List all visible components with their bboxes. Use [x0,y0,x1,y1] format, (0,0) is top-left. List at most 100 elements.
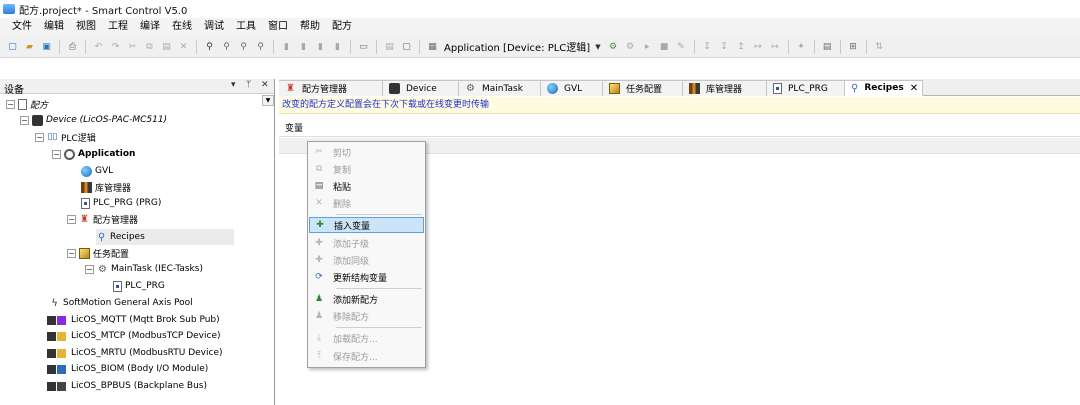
tree-node-module-mqtt[interactable]: LicOS_MQTT (Mqtt Brok Sub Pub) [47,312,220,328]
tree-node-device[interactable]: − Device (LicOS-PAC-MC511) [20,112,167,128]
force-values-icon[interactable]: ✦ [795,40,808,53]
menu-project[interactable]: 工程 [102,18,134,36]
tree-dropdown-button[interactable]: ▼ [262,95,274,106]
open-folder-icon[interactable]: ▰ [23,40,36,53]
tree-node-gvl[interactable]: GVL [81,163,113,179]
menu-item-update-struct[interactable]: ⟳ 更新结构变量 [309,269,424,285]
column-header-variable[interactable]: 变量 [279,121,1080,137]
menu-tools[interactable]: 工具 [230,18,262,36]
tab-gvl[interactable]: GVL [541,80,603,96]
print-icon[interactable]: ⎙ [66,40,79,53]
logout-icon[interactable]: ⚙ [624,40,637,53]
cut-icon[interactable]: ✂ [126,40,139,53]
save-icon[interactable]: ▣ [40,40,53,53]
replace-icon[interactable]: ⚲ [220,40,233,53]
online-change-icon[interactable]: ⇅ [873,40,886,53]
paste-icon[interactable]: ▤ [160,40,173,53]
tab-library-manager[interactable]: 库管理器 [683,80,767,96]
menu-item-paste[interactable]: ▤ 粘贴 [309,178,424,194]
add-object-icon[interactable]: ▤ [383,40,396,53]
menu-item-add-sibling[interactable]: ✚ 添加同级 [309,252,424,268]
active-application-selector[interactable]: Application [Device: PLC逻辑] [441,39,593,54]
tab-recipe-manager[interactable]: ♜ 配方管理器 [279,80,383,96]
tree-node-main-task[interactable]: − ⚙ MainTask (IEC-Tasks) [85,261,203,277]
tab-recipes[interactable]: ⚲ Recipes ✕ [845,80,923,96]
collapse-icon[interactable]: − [52,149,61,159]
collapse-icon[interactable]: − [6,99,15,109]
close-icon[interactable]: ✕ [910,83,918,94]
tree-node-application[interactable]: − Application [52,146,135,162]
bookmark-next-icon[interactable]: ▮ [297,40,310,53]
bookmark-prev-icon[interactable]: ▮ [314,40,327,53]
tab-plc-prg[interactable]: ▪ PLC_PRG [767,80,845,96]
tree-node-plc-logic[interactable]: − ▯▯ PLC逻辑 [35,129,96,145]
tree-node-module-biom[interactable]: LicOS_BIOM (Body I/O Module) [47,361,208,377]
tree-node-recipes[interactable]: ⚲ Recipes [96,229,234,245]
find-next-icon[interactable]: ⚲ [254,40,267,53]
menu-file[interactable]: 文件 [6,18,38,36]
menu-edit[interactable]: 编辑 [38,18,70,36]
menu-item-add-recipe[interactable]: ♟ 添加新配方 [309,291,424,307]
close-icon[interactable]: ✕ [261,80,269,90]
breakpoint-icon[interactable]: ↦ [752,40,765,53]
tree-node-project[interactable]: − 配方 [6,96,48,112]
build-icon[interactable]: ▦ [426,40,439,53]
menu-item-delete[interactable]: ✕ 删除 [309,195,424,211]
cart-icon[interactable]: ⊞ [847,40,860,53]
collapse-icon[interactable]: − [35,132,44,142]
menu-item-cut[interactable]: ✂ 剪切 [309,144,424,160]
new-object-icon[interactable]: ▢ [400,40,413,53]
menu-item-insert-variable[interactable]: ✚ 插入变量 [309,217,424,233]
find-icon[interactable]: ⚲ [203,40,216,53]
collapse-icon[interactable]: − [67,248,76,258]
bookmark-icon[interactable]: ▮ [280,40,293,53]
chevron-down-icon[interactable]: ▼ [595,43,600,51]
tree-node-module-bpbus[interactable]: LicOS_BPBUS (Backplane Bus) [47,378,207,394]
collapse-icon[interactable]: − [20,115,29,125]
tree-node-module-mtcp[interactable]: LicOS_MTCP (ModbusTCP Device) [47,328,221,344]
collapse-icon[interactable]: − [67,214,76,224]
collapse-icon[interactable]: − [85,264,94,274]
tree-node-softmotion[interactable]: ϟ SoftMotion General Axis Pool [49,295,192,311]
find-all-icon[interactable]: ⚲ [237,40,250,53]
new-file-icon[interactable]: ▢ [6,40,19,53]
menu-item-save-recipe[interactable]: ⤒ 保存配方... [309,348,424,364]
menu-recipe[interactable]: 配方 [326,18,358,36]
menu-window[interactable]: 窗口 [262,18,294,36]
delete-icon[interactable]: ✕ [177,40,190,53]
tab-device[interactable]: Device [383,80,459,96]
redo-icon[interactable]: ↷ [109,40,122,53]
login-icon[interactable]: ⚙ [607,40,620,53]
menu-item-add-child[interactable]: ✚ 添加子级 [309,235,424,251]
window-icon[interactable]: ▭ [357,40,370,53]
pane-dropdown-icon[interactable]: ▾ [231,80,236,90]
bookmark-clear-icon[interactable]: ▮ [331,40,344,53]
tree-node-module-mrtu[interactable]: LicOS_MRTU (ModbusRTU Device) [47,345,223,361]
menu-build[interactable]: 编译 [134,18,166,36]
copy-icon[interactable]: ⧉ [143,40,156,53]
run-icon[interactable]: ▸ [641,40,654,53]
step-out-icon[interactable]: ↥ [735,40,748,53]
menu-help[interactable]: 帮助 [294,18,326,36]
monitor-icon[interactable]: ▤ [821,40,834,53]
menu-item-copy[interactable]: ⧉ 复制 [309,161,424,177]
tree-node-library-manager[interactable]: 库管理器 [81,179,131,195]
tree-node-recipe-manager[interactable]: − ♜ 配方管理器 [67,211,138,227]
undo-icon[interactable]: ↶ [92,40,105,53]
run-to-cursor-icon[interactable]: ↦ [769,40,782,53]
menu-item-load-recipe[interactable]: ⤓ 加载配方... [309,330,424,346]
menu-debug[interactable]: 调试 [198,18,230,36]
menu-online[interactable]: 在线 [166,18,198,36]
tree-node-task-config[interactable]: − 任务配置 [67,245,129,261]
tab-task-config[interactable]: 任务配置 [603,80,683,96]
step-into-icon[interactable]: ↧ [718,40,731,53]
tab-main-task[interactable]: ⚙ MainTask [459,80,541,96]
tree-node-main-task-prg[interactable]: ▪ PLC_PRG [113,278,165,294]
menu-item-remove-recipe[interactable]: ♟ 移除配方 [309,308,424,324]
step-over-icon[interactable]: ↧ [701,40,714,53]
menu-view[interactable]: 视图 [70,18,102,36]
pin-icon[interactable]: ᛘ [246,80,251,90]
tree-node-plc-prg[interactable]: ▪ PLC_PRG (PRG) [81,195,161,211]
reset-icon[interactable]: ✎ [675,40,688,53]
stop-icon[interactable]: ■ [658,40,671,53]
